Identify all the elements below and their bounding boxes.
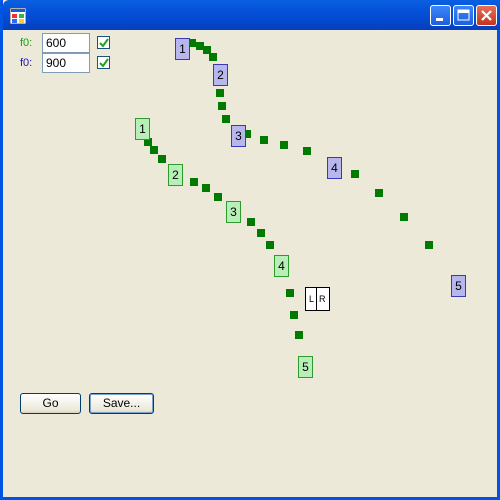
track-dot bbox=[351, 170, 359, 178]
checkmark-icon bbox=[99, 38, 109, 48]
client-area bbox=[6, 30, 497, 494]
track-dot bbox=[247, 218, 255, 226]
green-marker-4[interactable]: 4 bbox=[274, 255, 289, 277]
track-dot bbox=[290, 311, 298, 319]
maximize-icon bbox=[457, 9, 470, 21]
blue-marker-1[interactable]: 1 bbox=[175, 38, 190, 60]
track-dot bbox=[295, 331, 303, 339]
app-icon bbox=[10, 8, 26, 24]
track-dot bbox=[425, 241, 433, 249]
f0-checkbox-1[interactable] bbox=[97, 36, 110, 49]
track-dot bbox=[260, 136, 268, 144]
f0-label-2: f0: bbox=[20, 57, 33, 69]
track-dot bbox=[158, 155, 166, 163]
close-icon bbox=[481, 10, 492, 21]
green-marker-2[interactable]: 2 bbox=[168, 164, 183, 186]
lr-box[interactable]: L R bbox=[305, 287, 330, 311]
lr-divider bbox=[316, 288, 317, 310]
green-marker-1[interactable]: 1 bbox=[135, 118, 150, 140]
green-marker-3[interactable]: 3 bbox=[226, 201, 241, 223]
minimize-icon bbox=[436, 18, 443, 21]
minimize-button[interactable] bbox=[430, 5, 451, 26]
blue-marker-5[interactable]: 5 bbox=[451, 275, 466, 297]
track-dot bbox=[222, 115, 230, 123]
lr-left-label: L bbox=[309, 294, 315, 304]
maximize-button[interactable] bbox=[453, 5, 474, 26]
green-marker-5[interactable]: 5 bbox=[298, 356, 313, 378]
track-dot bbox=[190, 178, 198, 186]
blue-marker-2[interactable]: 2 bbox=[213, 64, 228, 86]
f0-input-2[interactable]: 900 bbox=[42, 53, 90, 73]
track-dot bbox=[280, 141, 288, 149]
track-dot bbox=[286, 289, 294, 297]
track-dot bbox=[216, 89, 224, 97]
blue-marker-3[interactable]: 3 bbox=[231, 125, 246, 147]
track-dot bbox=[257, 229, 265, 237]
f0-checkbox-2[interactable] bbox=[97, 56, 110, 69]
track-dot bbox=[202, 184, 210, 192]
app-window: f0: 600 f0: 900 1 2 3 4 5 1 2 3 4 5 L R … bbox=[0, 0, 500, 500]
track-dot bbox=[218, 102, 226, 110]
track-dot bbox=[214, 193, 222, 201]
track-dot bbox=[150, 146, 158, 154]
checkmark-icon bbox=[99, 58, 109, 68]
track-dot bbox=[266, 241, 274, 249]
go-button[interactable]: Go bbox=[20, 393, 81, 414]
track-dot bbox=[209, 53, 217, 61]
title-bar[interactable] bbox=[3, 0, 500, 30]
blue-marker-4[interactable]: 4 bbox=[327, 157, 342, 179]
f0-label-1: f0: bbox=[20, 37, 33, 49]
lr-right-label: R bbox=[319, 294, 326, 304]
save-button[interactable]: Save... bbox=[89, 393, 154, 414]
f0-input-1[interactable]: 600 bbox=[42, 33, 90, 53]
track-dot bbox=[375, 189, 383, 197]
track-dot bbox=[400, 213, 408, 221]
close-button[interactable] bbox=[476, 5, 497, 26]
track-dot bbox=[303, 147, 311, 155]
